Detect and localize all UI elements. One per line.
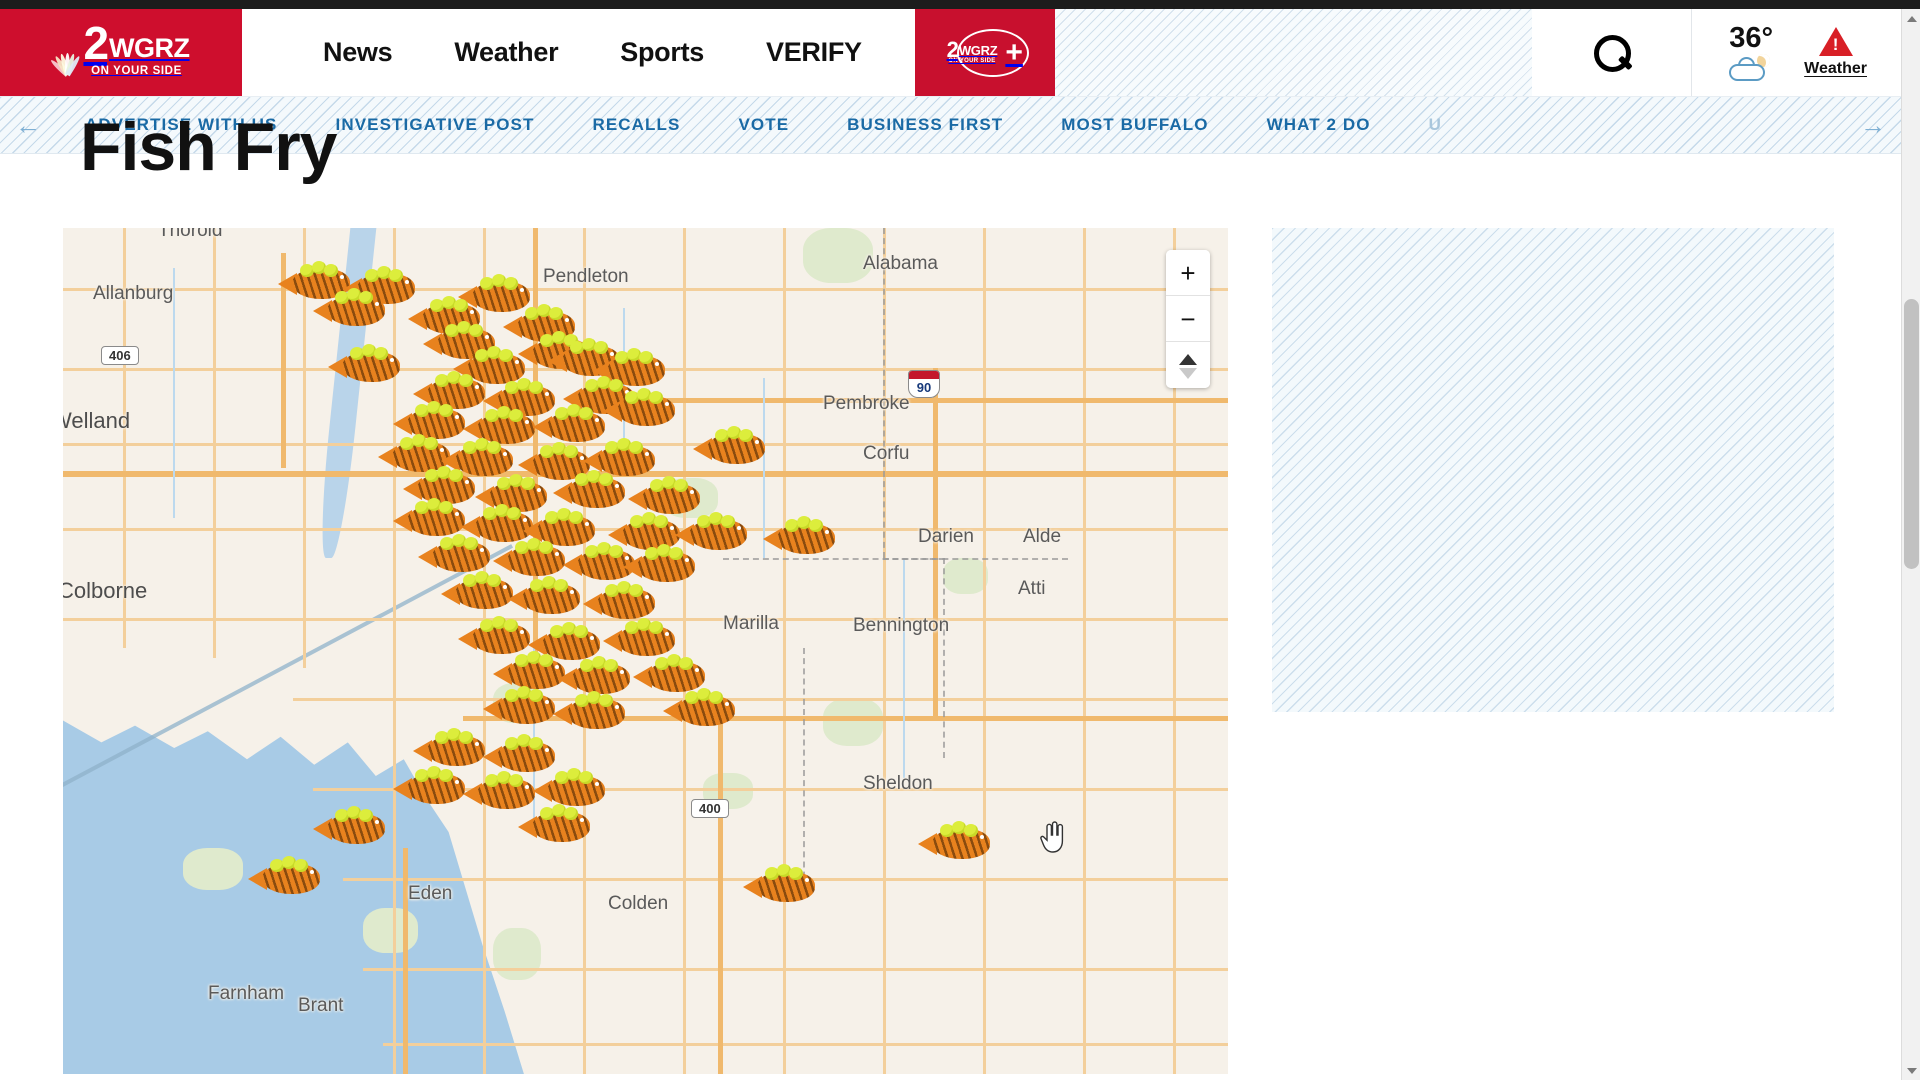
subnav-item-most-buffalo[interactable]: MOST BUFFALO	[1032, 115, 1237, 135]
weather-alert-link[interactable]: Weather	[1804, 27, 1867, 78]
logo-tagline: ON YOUR SIDE	[91, 65, 182, 78]
search-icon[interactable]	[1592, 33, 1632, 73]
map-place-label: Eden	[408, 883, 453, 904]
fish-fry-marker-icon[interactable]	[248, 856, 322, 898]
map-place-label: Alde	[1023, 526, 1062, 547]
map-place-label: Alabama	[863, 253, 938, 274]
map-compass-tilt-button[interactable]	[1166, 342, 1210, 388]
screen: 2 WGRZ ON YOUR SIDE News Weather Sports …	[0, 0, 1920, 1080]
fish-fry-map[interactable]: Thorold Allanburg Pendleton Alabama Pembroke…	[63, 228, 1228, 1080]
plus-logo-number: 2	[946, 36, 959, 62]
map-place-label: Atti	[1018, 578, 1046, 599]
fish-fry-marker-icon[interactable]	[518, 804, 592, 846]
pointer-hand-cursor	[1040, 821, 1064, 853]
weather-widget[interactable]: 36° Weather	[1692, 9, 1901, 96]
map-zoom-in-button[interactable]: +	[1166, 250, 1210, 296]
subnav-prev-arrow-icon[interactable]: ←	[0, 112, 56, 138]
subnav-next-arrow-icon[interactable]: →	[1845, 112, 1901, 138]
map-place-label: Farnham	[208, 983, 285, 1004]
nbc-peacock-icon	[49, 45, 82, 77]
fish-fry-marker-icon[interactable]	[693, 426, 767, 468]
fish-fry-marker-icon[interactable]	[483, 686, 557, 728]
map-place-label: Pendleton	[543, 266, 629, 287]
primary-navigation: News Weather Sports VERIFY	[242, 9, 893, 96]
advertisement-placeholder	[1272, 228, 1834, 712]
map-place-label: Corfu	[863, 443, 910, 464]
map-place-label: Brant	[298, 995, 344, 1016]
fish-fry-marker-icon[interactable]	[413, 728, 487, 770]
nav-item-sports[interactable]: Sports	[589, 37, 735, 68]
fish-fry-marker-icon[interactable]	[763, 516, 837, 558]
map-place-label: Bennington	[853, 615, 950, 636]
fish-fry-marker-icon[interactable]	[313, 288, 387, 330]
map-place-label: Colden	[608, 893, 669, 914]
vertical-scrollbar[interactable]	[1901, 9, 1920, 1080]
header-filler	[1054, 9, 1533, 96]
fish-fry-marker-icon[interactable]	[328, 344, 402, 386]
weather-alert-label: Weather	[1804, 60, 1867, 77]
current-conditions[interactable]: 36°	[1728, 21, 1774, 82]
interstate-shield: 90	[908, 370, 940, 398]
header-utilities: 36° Weather	[1532, 9, 1901, 96]
state-route-shield: 406	[101, 346, 139, 365]
fish-fry-marker-icon[interactable]	[623, 544, 697, 586]
search-button[interactable]	[1532, 9, 1693, 96]
fish-fry-marker-icon[interactable]	[313, 806, 387, 848]
plus-sign-icon: +	[1005, 35, 1023, 69]
current-temperature: 36°	[1729, 21, 1774, 54]
map-place-label: Pembroke	[823, 393, 910, 414]
fish-fry-marker-icon[interactable]	[441, 571, 515, 613]
scroll-up-arrow-icon[interactable]	[1902, 9, 1920, 28]
fish-fry-marker-icon[interactable]	[918, 821, 992, 863]
logo-channel-number: 2	[83, 16, 109, 69]
map-place-label: Darien	[918, 526, 974, 547]
browser-chrome-strip	[0, 0, 1920, 9]
page-bottom-strip	[0, 1074, 1901, 1080]
partly-cloudy-night-icon	[1728, 53, 1774, 82]
page-title: Fish Fry	[80, 109, 337, 185]
nav-item-news[interactable]: News	[292, 37, 423, 68]
wgrz-plus-button[interactable]: 2 WGRZ ON YOUR SIDE +	[914, 9, 1055, 96]
subnav-item-vote[interactable]: VOTE	[709, 115, 818, 135]
scrollbar-thumb[interactable]	[1904, 299, 1919, 569]
map-place-label: Welland	[63, 408, 131, 433]
tilt-down-icon	[1179, 368, 1197, 379]
weather-alert-triangle-icon	[1818, 27, 1853, 56]
nav-item-verify[interactable]: VERIFY	[735, 37, 893, 68]
subnav-item-recalls[interactable]: RECALLS	[563, 115, 709, 135]
subnav-item-what-2-do[interactable]: WHAT 2 DO	[1238, 115, 1400, 135]
site-header: 2 WGRZ ON YOUR SIDE News Weather Sports …	[0, 9, 1901, 97]
fish-fry-marker-icon[interactable]	[553, 470, 627, 512]
logo-callsign: WGRZ	[109, 33, 190, 64]
map-zoom-out-button[interactable]: −	[1166, 296, 1210, 342]
fish-fry-marker-icon[interactable]	[508, 576, 582, 618]
scroll-down-arrow-icon[interactable]	[1902, 1061, 1920, 1080]
map-place-label: Colborne	[63, 578, 148, 603]
fish-fry-marker-icon[interactable]	[393, 766, 467, 808]
map-place-label: Thorold	[158, 228, 223, 241]
fish-fry-marker-icon[interactable]	[553, 691, 627, 733]
map-zoom-controls[interactable]: + −	[1166, 250, 1210, 388]
state-route-shield: 400	[691, 799, 729, 818]
fish-fry-marker-icon[interactable]	[583, 581, 657, 623]
map-place-label: Allanburg	[93, 283, 174, 304]
tilt-up-icon	[1179, 354, 1197, 365]
subnav-item-investigative-post[interactable]: INVESTIGATIVE POST	[307, 115, 564, 135]
fish-fry-marker-icon[interactable]	[743, 864, 817, 906]
wgrz-logo[interactable]: 2 WGRZ ON YOUR SIDE	[0, 9, 242, 96]
map-place-label: Sheldon	[863, 773, 933, 794]
map-place-label: Marilla	[723, 613, 779, 634]
plus-logo-callsign: WGRZ	[958, 43, 998, 59]
fish-fry-marker-icon[interactable]	[603, 388, 677, 430]
fish-fry-marker-icon[interactable]	[663, 688, 737, 730]
fish-fry-marker-icon[interactable]	[418, 534, 492, 576]
subnav-item-business-first[interactable]: BUSINESS FIRST	[818, 115, 1032, 135]
nav-item-weather[interactable]: Weather	[423, 37, 589, 68]
page-content: Thorold Allanburg Pendleton Alabama Pembroke…	[0, 154, 1901, 1080]
subnav-item-truncated[interactable]: U	[1400, 115, 1471, 135]
